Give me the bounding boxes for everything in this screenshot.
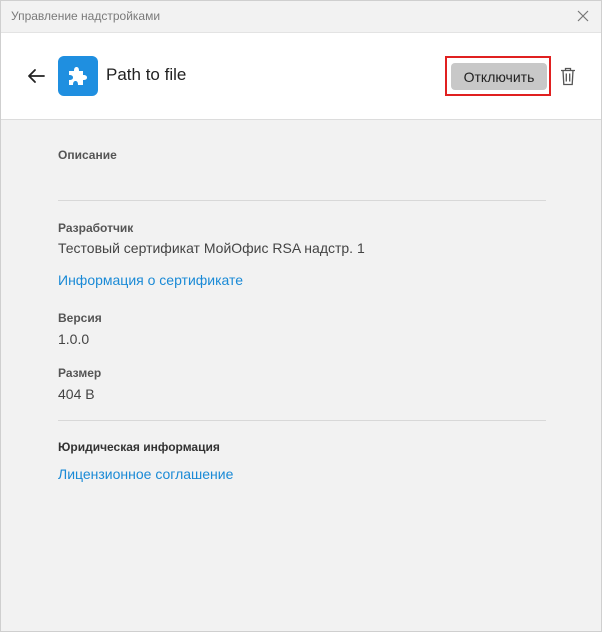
- divider: [58, 420, 546, 421]
- legal-info-label: Юридическая информация: [58, 440, 220, 454]
- back-button[interactable]: [25, 66, 47, 86]
- title-bar: Управление надстройками: [1, 1, 601, 33]
- close-button[interactable]: [573, 6, 593, 26]
- developer-value: Тестовый сертификат МойОфис RSA надстр. …: [58, 240, 365, 256]
- divider: [58, 200, 546, 201]
- puzzle-icon: [69, 67, 87, 85]
- certificate-info-link[interactable]: Информация о сертификате: [58, 272, 243, 288]
- trash-icon: [561, 67, 575, 85]
- size-label: Размер: [58, 366, 102, 380]
- close-icon: [577, 10, 589, 22]
- description-label: Описание: [58, 148, 117, 162]
- delete-button[interactable]: [558, 65, 578, 87]
- version-label: Версия: [58, 311, 102, 325]
- back-arrow-icon: [28, 69, 45, 83]
- developer-label: Разработчик: [58, 221, 134, 235]
- addon-details: Описание Разработчик Тестовый сертификат…: [1, 120, 601, 631]
- disable-button[interactable]: Отключить: [451, 63, 547, 90]
- window-title: Управление надстройками: [11, 9, 161, 23]
- addon-header: Path to file Отключить: [1, 33, 601, 120]
- addon-manager-window: Управление надстройками Path to file Отк…: [0, 0, 602, 632]
- addon-icon: [58, 56, 98, 96]
- license-agreement-link[interactable]: Лицензионное соглашение: [58, 466, 233, 482]
- version-value: 1.0.0: [58, 331, 90, 347]
- addon-name: Path to file: [106, 65, 187, 84]
- size-value: 404 B: [58, 386, 95, 402]
